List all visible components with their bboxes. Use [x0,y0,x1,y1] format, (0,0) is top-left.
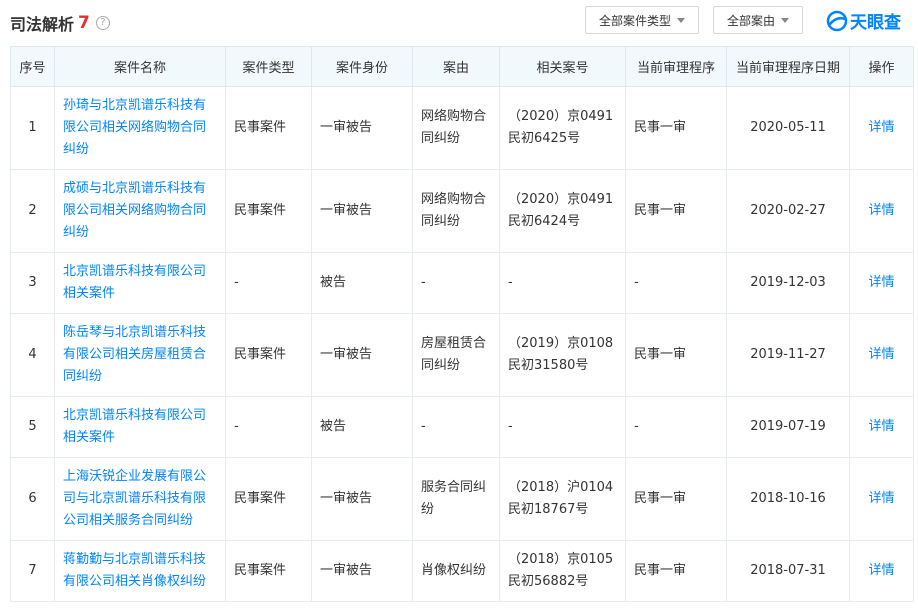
tianyancha-logo-icon [826,10,848,31]
table-row: 1 孙琦与北京凯谱乐科技有限公司相关网络购物合同纠纷 民事案件 一审被告 网络购… [10,86,914,170]
cell-procedure-date: 2018-10-16 [726,457,850,541]
cell-procedure-date: 2019-11-27 [726,313,850,397]
case-cause-filter-dropdown[interactable]: 全部案由 [713,6,803,34]
cell-case-type: 民事案件 [225,540,312,602]
details-link[interactable]: 详情 [849,169,914,253]
case-name-link[interactable]: 北京凯谱乐科技有限公司相关案件 [54,252,226,314]
details-link[interactable]: 详情 [849,86,914,170]
table-row: 5 北京凯谱乐科技有限公司相关案件 - 被告 - - - 2019-07-19 … [10,396,914,458]
section-header: 司法解析 7 ? 全部案件类型 全部案由 天眼查 [0,0,918,42]
cell-case-identity: 被告 [311,252,413,314]
cell-procedure-date: 2020-02-27 [726,169,850,253]
cell-case-identity: 一审被告 [311,169,413,253]
cell-procedure: 民事一审 [625,86,727,170]
cell-index: 3 [10,252,55,314]
cell-case-cause: 网络购物合同纠纷 [412,169,500,253]
case-name-link[interactable]: 蒋勤勤与北京凯谱乐科技有限公司相关肖像权纠纷 [54,540,226,602]
cell-case-number: （2020）京0491民初6425号 [499,86,626,170]
table-row: 7 蒋勤勤与北京凯谱乐科技有限公司相关肖像权纠纷 民事案件 一审被告 肖像权纠纷… [10,540,914,602]
cell-procedure: - [625,252,727,314]
cell-procedure: 民事一审 [625,313,727,397]
column-header-action: 操作 [849,46,914,87]
case-name-link[interactable]: 陈岳琴与北京凯谱乐科技有限公司相关房屋租赁合同纠纷 [54,313,226,397]
column-header-procedure-date: 当前审理程序日期 [726,46,850,87]
cell-case-cause: 肖像权纠纷 [412,540,500,602]
column-header-case-identity: 案件身份 [311,46,413,87]
cell-case-identity: 一审被告 [311,313,413,397]
cell-procedure: 民事一审 [625,169,727,253]
case-name-link[interactable]: 成硕与北京凯谱乐科技有限公司相关网络购物合同纠纷 [54,169,226,253]
column-header-procedure: 当前审理程序 [625,46,727,87]
help-icon[interactable]: ? [95,16,110,30]
column-header-case-type: 案件类型 [225,46,312,87]
cell-case-type: 民事案件 [225,313,312,397]
table-row: 2 成硕与北京凯谱乐科技有限公司相关网络购物合同纠纷 民事案件 一审被告 网络购… [10,169,914,253]
cell-case-cause: - [412,396,500,458]
case-type-filter-dropdown[interactable]: 全部案件类型 [585,6,699,34]
cell-case-number: - [499,396,626,458]
cell-case-cause: 服务合同纠纷 [412,457,500,541]
cell-procedure-date: 2019-12-03 [726,252,850,314]
details-link[interactable]: 详情 [849,540,914,602]
brand-logo: 天眼查 [826,8,901,33]
cell-case-type: - [225,252,312,314]
cell-procedure: 民事一审 [625,457,727,541]
table-row: 6 上海沃锐企业发展有限公司与北京凯谱乐科技有限公司相关服务合同纠纷 民事案件 … [10,457,914,541]
case-name-link[interactable]: 上海沃锐企业发展有限公司与北京凯谱乐科技有限公司相关服务合同纠纷 [54,457,226,541]
cell-procedure-date: 2019-07-19 [726,396,850,458]
case-type-filter-label: 全部案件类型 [598,13,671,28]
brand-logo-text: 天眼查 [850,13,901,33]
cell-case-cause: 房屋租赁合同纠纷 [412,313,500,397]
cell-procedure: 民事一审 [625,540,727,602]
table-header-row: 序号 案件名称 案件类型 案件身份 案由 相关案号 当前审理程序 当前审理程序日… [10,46,914,87]
cell-procedure-date: 2020-05-11 [726,86,850,170]
cell-case-identity: 一审被告 [311,540,413,602]
cell-case-cause: - [412,252,500,314]
details-link[interactable]: 详情 [849,252,914,314]
section-title-text: 司法解析 [10,15,75,34]
case-cause-filter-label: 全部案由 [726,13,775,28]
column-header-case-cause: 案由 [412,46,500,87]
case-name-link[interactable]: 孙琦与北京凯谱乐科技有限公司相关网络购物合同纠纷 [54,86,226,170]
cell-index: 2 [10,169,55,253]
cell-index: 1 [10,86,55,170]
cell-case-identity: 一审被告 [311,457,413,541]
details-link[interactable]: 详情 [849,313,914,397]
cell-case-type: 民事案件 [225,169,312,253]
cell-case-type: 民事案件 [225,457,312,541]
cell-index: 7 [10,540,55,602]
table-row: 3 北京凯谱乐科技有限公司相关案件 - 被告 - - - 2019-12-03 … [10,252,914,314]
cell-case-type: 民事案件 [225,86,312,170]
cell-case-identity: 被告 [311,396,413,458]
column-header-index: 序号 [10,46,55,87]
cell-case-number: （2019）京0108民初31580号 [499,313,626,397]
section-title: 司法解析 7 ? [10,11,110,35]
cell-case-number: （2018）京0105民初56882号 [499,540,626,602]
column-header-case-name: 案件名称 [54,46,226,87]
cell-index: 4 [10,313,55,397]
case-name-link[interactable]: 北京凯谱乐科技有限公司相关案件 [54,396,226,458]
cell-case-number: （2018）沪0104民初18767号 [499,457,626,541]
details-link[interactable]: 详情 [849,396,914,458]
cell-case-number: （2020）京0491民初6424号 [499,169,626,253]
chevron-down-icon [781,17,789,23]
record-count: 7 [78,13,90,33]
cell-index: 5 [10,396,55,458]
cell-case-cause: 网络购物合同纠纷 [412,86,500,170]
details-link[interactable]: 详情 [849,457,914,541]
table-row: 4 陈岳琴与北京凯谱乐科技有限公司相关房屋租赁合同纠纷 民事案件 一审被告 房屋… [10,313,914,397]
cell-procedure-date: 2018-07-31 [726,540,850,602]
cell-case-type: - [225,396,312,458]
judicial-cases-table: 序号 案件名称 案件类型 案件身份 案由 相关案号 当前审理程序 当前审理程序日… [10,46,914,602]
chevron-down-icon [677,17,685,23]
cell-index: 6 [10,457,55,541]
cell-case-identity: 一审被告 [311,86,413,170]
cell-case-number: - [499,252,626,314]
column-header-case-number: 相关案号 [499,46,626,87]
cell-procedure: - [625,396,727,458]
